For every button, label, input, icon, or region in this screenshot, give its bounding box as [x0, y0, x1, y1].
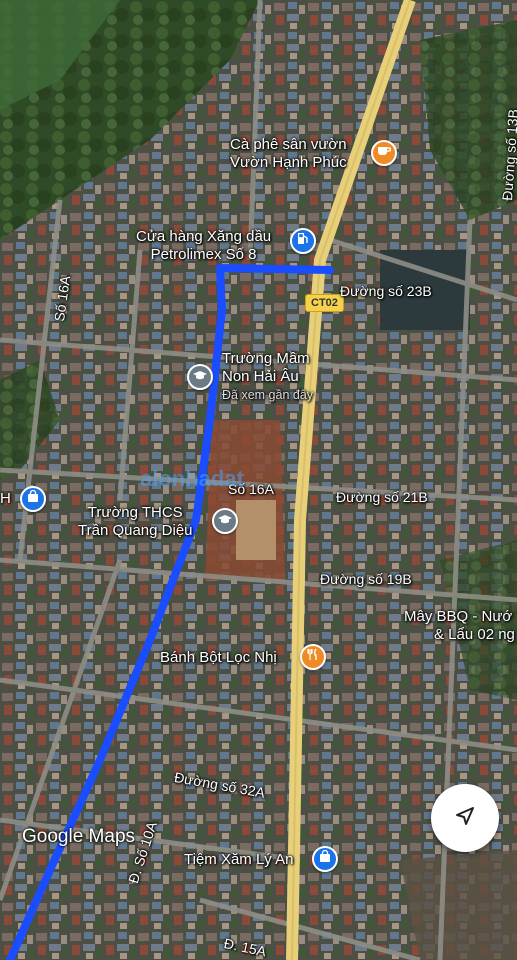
map-view[interactable]: CT02 Cà phê sân vườn Vườn Hạnh Phúc Cửa …: [0, 0, 517, 960]
road-label-23b: Đường số 23B: [340, 283, 432, 299]
shop-pin-left[interactable]: [20, 486, 46, 512]
kindergarten-name-line2: Non Hải Âu: [222, 368, 299, 385]
school-label[interactable]: Trường THCS Trần Quang Diệu: [78, 504, 193, 540]
school-name-line2: Trần Quang Diệu: [78, 522, 193, 539]
graduation-cap-icon: [218, 512, 232, 530]
kindergarten-label[interactable]: Trường Mầm Non Hải Âu Đã xem gần đây: [222, 350, 313, 404]
google-maps-attribution: Google Maps: [22, 826, 136, 847]
bbq-name-line1: Mây BBQ - Nướ: [404, 608, 513, 625]
shopping-bag-icon: [27, 489, 39, 508]
gas-name-line1: Cửa hàng Xăng dầu: [136, 228, 272, 245]
tattoo-shop-label[interactable]: Tiệm Xăm Lý An: [184, 851, 293, 869]
fork-knife-icon: [307, 648, 319, 666]
cafe-name-line1: Cà phê sân vườn: [230, 136, 347, 153]
route-shield-ct02: CT02: [305, 294, 344, 312]
cafe-name-line2: Vườn Hạnh Phúc: [230, 154, 347, 171]
shopping-bag-icon: [319, 849, 331, 868]
tattoo-shop-pin[interactable]: [312, 846, 338, 872]
cafe-pin[interactable]: [371, 140, 397, 166]
school-pin[interactable]: [212, 508, 238, 534]
restaurant-label[interactable]: Bánh Bột Lọc Nhị: [160, 649, 277, 667]
my-location-button[interactable]: [431, 784, 499, 852]
bbq-label[interactable]: Mây BBQ - Nướ & Lẩu 02 ng: [404, 608, 515, 644]
gas-station-pin[interactable]: [290, 228, 316, 254]
gas-station-icon: [297, 232, 309, 250]
recently-viewed-note: Đã xem gần đây: [222, 388, 314, 402]
kindergarten-name-line1: Trường Mầm: [222, 350, 310, 367]
bbq-name-line2: & Lẩu 02 ng: [434, 626, 515, 643]
shop-label-left[interactable]: H: [0, 490, 11, 508]
cafe-label[interactable]: Cà phê sân vườn Vườn Hạnh Phúc: [230, 136, 347, 172]
navigation-arrow-icon: [454, 805, 476, 832]
gas-station-label[interactable]: Cửa hàng Xăng dầu Petrolimex Số 8: [136, 228, 271, 264]
gas-name-line2: Petrolimex Số 8: [150, 246, 257, 263]
restaurant-pin[interactable]: [300, 644, 326, 670]
kindergarten-pin[interactable]: [187, 364, 213, 390]
watermark: alonhadat: [140, 466, 244, 491]
coffee-cup-icon: [377, 144, 392, 162]
school-name-line1: Trường THCS: [87, 504, 183, 521]
road-label-21b: Đường số 21B: [336, 489, 428, 505]
road-label-19b: Đường số 19B: [320, 571, 412, 587]
graduation-cap-icon: [193, 368, 207, 386]
